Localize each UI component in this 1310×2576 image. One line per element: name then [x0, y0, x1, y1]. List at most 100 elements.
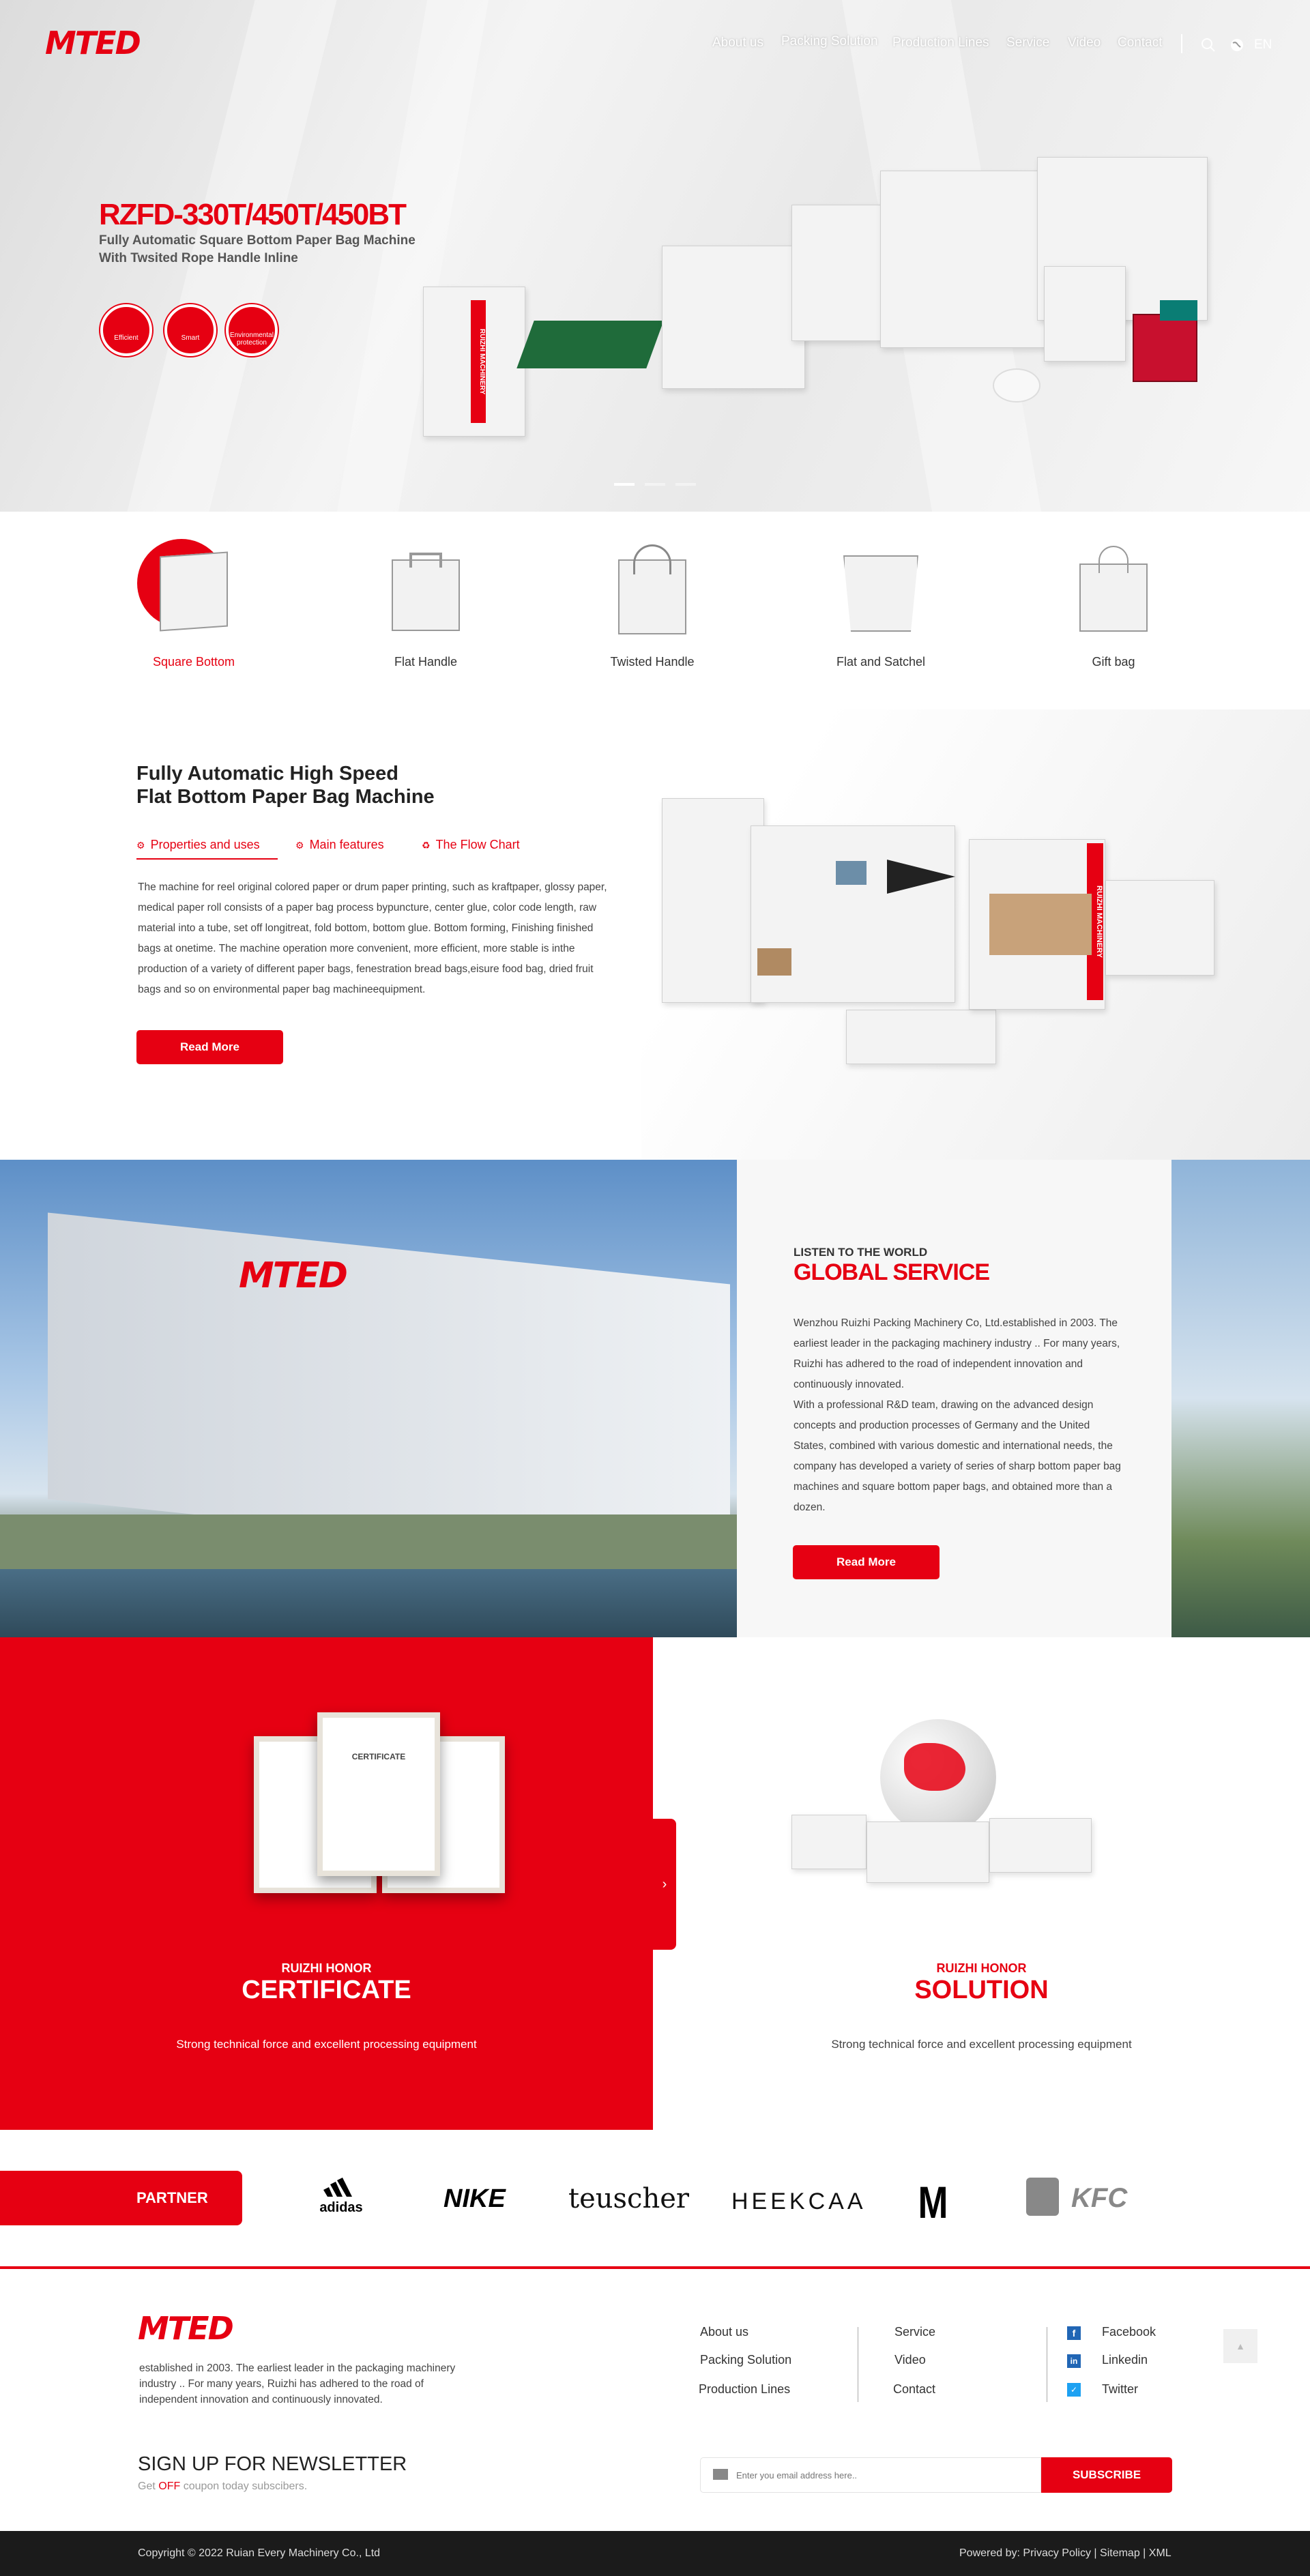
hero-subtitle-2: With Twsited Rope Handle Inline	[99, 251, 298, 265]
flat-handle-bag-icon	[392, 559, 460, 631]
chevron-up-icon: ▲	[1236, 2341, 1245, 2352]
hero-subtitle-1: Fully Automatic Square Bottom Paper Bag …	[99, 233, 416, 248]
hero-model: RZFD-330T/450T/450BT	[99, 198, 407, 231]
flow-icon: ♻	[422, 840, 431, 851]
global-paragraph-1: Wenzhou Ruizhi Packing Machinery Co, Ltd…	[794, 1317, 1120, 1390]
partner-label: PARTNER	[0, 2171, 242, 2225]
adidas-logo[interactable]: adidas	[307, 2178, 375, 2216]
sitemap-link[interactable]: Sitemap	[1100, 2547, 1140, 2559]
gift-bag-icon	[1079, 564, 1148, 632]
language-switch[interactable]: EN	[1254, 38, 1272, 53]
facebook-icon: f	[1067, 2326, 1081, 2340]
footer-social-facebook[interactable]: Facebook	[1102, 2325, 1156, 2339]
envelope-icon	[713, 2469, 728, 2480]
footer-social-linkedin[interactable]: Linkedin	[1102, 2353, 1148, 2367]
nav-packing-solution[interactable]: Packing Solution	[781, 34, 878, 49]
kfc-logo[interactable]: KFC	[1071, 2183, 1127, 2214]
mcdonalds-logo[interactable]: M	[918, 2176, 948, 2228]
footer-link-video[interactable]: Video	[894, 2353, 926, 2367]
email-input[interactable]	[736, 2465, 1030, 2485]
newsletter-title: SIGN UP FOR NEWSLETTER	[138, 2453, 407, 2475]
footer-logo[interactable]: MTED	[138, 2310, 234, 2347]
tab-properties[interactable]: ⚙ Properties and uses	[136, 838, 260, 852]
certificate-desc: Strong technical force and excellent pro…	[176, 2038, 477, 2051]
newsletter-subtitle: Get OFF coupon today subscibers.	[138, 2480, 308, 2492]
flat-satchel-bag-icon	[843, 555, 918, 632]
certificate-title: CERTIFICATE	[242, 1976, 411, 2004]
control-screen	[836, 861, 867, 885]
footer-link-contact[interactable]: Contact	[893, 2382, 935, 2397]
subscribe-button[interactable]: SUBSCRIBE	[1041, 2457, 1172, 2493]
privacy-policy-link[interactable]: Privacy Policy	[1023, 2547, 1091, 2559]
badge-efficient: Efficient	[100, 304, 152, 356]
linkedin-icon: in	[1067, 2354, 1081, 2368]
teuscher-logo[interactable]: teuscher	[568, 2183, 689, 2214]
side-photo	[1171, 1160, 1310, 1637]
heekcaa-logo[interactable]: HEEKCAA	[731, 2189, 867, 2215]
badge-environmental: Environmental protection	[226, 304, 278, 356]
global-read-more-button[interactable]: Read More	[793, 1545, 940, 1579]
nav-divider	[1181, 34, 1182, 53]
next-arrow-button[interactable]: ›	[653, 1819, 676, 1950]
search-icon[interactable]	[1201, 38, 1216, 53]
solution-desc: Strong technical force and excellent pro…	[831, 2038, 1132, 2051]
footer-link-about[interactable]: About us	[700, 2325, 748, 2339]
xml-link[interactable]: XML	[1149, 2547, 1171, 2559]
globe-icon[interactable]	[1229, 38, 1244, 53]
badge-smart: Smart	[164, 304, 216, 356]
footer-link-service[interactable]: Service	[894, 2325, 935, 2339]
hero-banner: MTED About us Packing Solution Productio…	[0, 0, 1310, 512]
back-to-top-button[interactable]: ▲	[1223, 2329, 1257, 2363]
footer-about: established in 2003. The earliest leader…	[139, 2362, 456, 2405]
nav-contact[interactable]: Contact	[1118, 35, 1162, 50]
machine-conveyor	[516, 321, 664, 368]
bag-handle	[1098, 546, 1129, 573]
nav-service[interactable]: Service	[1006, 35, 1049, 50]
tab-main-features[interactable]: ⚙ Main features	[295, 838, 384, 852]
tab-underline	[136, 858, 278, 860]
factory-lawn	[0, 1514, 737, 1569]
factory-lake	[0, 1569, 737, 1637]
footer: MTED established in 2003. The earliest l…	[0, 2266, 1310, 2531]
tab-flow-chart[interactable]: ♻ The Flow Chart	[422, 838, 520, 852]
paper-stack	[989, 894, 1092, 955]
machine-teal-unit	[1160, 300, 1197, 321]
machine-red-unit	[1133, 314, 1197, 382]
paper-roll	[993, 368, 1040, 402]
email-field-box	[700, 2457, 1041, 2493]
bag-handle	[409, 553, 442, 568]
global-kicker: LISTEN TO THE WORLD	[794, 1246, 928, 1259]
nav-video[interactable]: Video	[1068, 35, 1101, 50]
kfc-colonel-icon	[1026, 2178, 1059, 2216]
certificate-kicker: RUIZHI HONOR	[281, 1961, 372, 1975]
settings-icon: ⚙	[295, 840, 304, 851]
global-title: GLOBAL SERVICE	[794, 1259, 990, 1285]
nav-production-lines[interactable]: Production Lines	[892, 35, 989, 50]
square-bottom-bag-icon	[160, 551, 228, 632]
global-paragraph-2: With a professional R&D team, drawing on…	[794, 1399, 1121, 1513]
machine-brand-strip: RUIZHI MACHINERY	[471, 300, 486, 423]
copyright-links: Powered by: Privacy Policy | Sitemap | X…	[959, 2547, 1171, 2559]
gear-icon: ⚙	[136, 840, 145, 851]
partners-section: PARTNER adidas NIKE teuscher HEEKCAA M K…	[0, 2130, 1310, 2266]
footer-link-production[interactable]: Production Lines	[699, 2382, 790, 2397]
machine-title-1: Fully Automatic High Speed	[136, 763, 399, 785]
certificate-frame-main: CERTIFICATE	[317, 1712, 440, 1876]
nav-about-us[interactable]: About us	[712, 35, 763, 50]
building-sign: MTED	[239, 1255, 348, 1296]
slider-dot[interactable]	[675, 483, 696, 486]
solution-kicker: RUIZHI HONOR	[936, 1961, 1027, 1975]
nike-logo[interactable]: NIKE	[443, 2184, 506, 2214]
solution-title: SOLUTION	[914, 1976, 1049, 2004]
twitter-icon: ✓	[1067, 2383, 1081, 2397]
footer-link-packing[interactable]: Packing Solution	[700, 2353, 791, 2367]
paper-bag-output	[757, 948, 791, 976]
footer-social-twitter[interactable]: Twitter	[1102, 2382, 1138, 2397]
chevron-right-icon: ›	[662, 1877, 667, 1892]
slider-dot[interactable]	[645, 483, 665, 486]
slider-dot-active[interactable]	[614, 483, 635, 486]
copyright-bar: Copyright © 2022 Ruian Every Machinery C…	[0, 2531, 1310, 2576]
machine-description: The machine for reel original colored pa…	[138, 881, 607, 995]
site-logo[interactable]: MTED	[45, 25, 141, 61]
machine-read-more-button[interactable]: Read More	[136, 1030, 283, 1064]
